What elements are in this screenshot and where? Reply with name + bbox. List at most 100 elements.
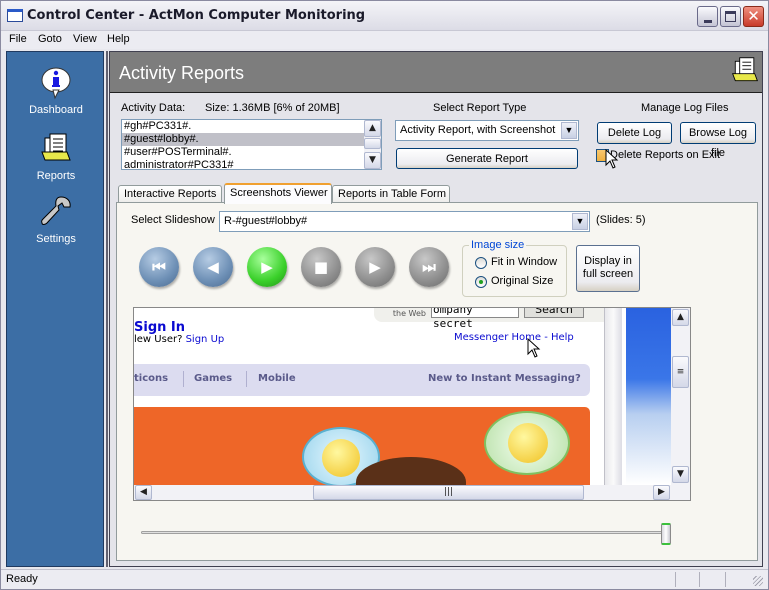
title-bar: Control Center - ActMon Computer Monitor… bbox=[1, 1, 768, 31]
tab-reports-table-form[interactable]: Reports in Table Form bbox=[332, 185, 450, 203]
image-size-group: Image size Fit in Window Original Size bbox=[462, 239, 567, 297]
list-item[interactable]: administrator#PC331# bbox=[122, 159, 364, 169]
first-slide-button[interactable]: ⏮ bbox=[139, 247, 179, 287]
nav-item: Mobile bbox=[258, 373, 296, 384]
search-web-label-2: the Web bbox=[392, 309, 426, 318]
list-item[interactable]: #gh#PC331#. bbox=[122, 120, 364, 133]
minimize-icon bbox=[704, 20, 712, 23]
next-slide-button[interactable]: ▶ bbox=[355, 247, 395, 287]
screenshot-nav-bar: ticons Games Mobile New to Instant Messa… bbox=[134, 364, 590, 396]
chevron-down-icon[interactable]: ▼ bbox=[572, 213, 588, 230]
list-scrollbar[interactable]: ▲ ▼ bbox=[364, 120, 381, 169]
slideshow-select[interactable]: R-#guest#lobby# ▼ bbox=[219, 211, 590, 232]
viewer-horizontal-scrollbar[interactable]: ◀ ||| ▶ bbox=[134, 485, 690, 500]
reports-folder-icon bbox=[39, 132, 73, 166]
minimize-button[interactable] bbox=[697, 6, 718, 27]
resize-grip-icon[interactable] bbox=[753, 576, 763, 586]
menu-file[interactable]: File bbox=[9, 33, 27, 45]
tab-interactive-reports[interactable]: Interactive Reports bbox=[118, 185, 222, 203]
nav-item: Games bbox=[194, 373, 233, 384]
fit-in-window-label: Fit in Window bbox=[491, 256, 558, 268]
sign-in-link: Sign In bbox=[134, 320, 185, 335]
menu-view[interactable]: View bbox=[73, 33, 97, 45]
maximize-icon bbox=[725, 11, 736, 22]
screenshots-viewer-panel: Select Slideshow R-#guest#lobby# ▼ (Slid… bbox=[116, 202, 758, 561]
sign-up-link: Sign Up bbox=[185, 334, 225, 345]
help-link: Help bbox=[550, 332, 574, 343]
search-area: Searchthe Web ompany secret Search bbox=[374, 308, 604, 330]
nav-divider bbox=[183, 371, 184, 387]
screenshot-viewer[interactable]: Sign In lew User? Sign Up Searchthe Web … bbox=[133, 307, 691, 501]
report-type-select[interactable]: Activity Report, with Screenshot ▼ bbox=[395, 120, 579, 141]
promo-banner bbox=[134, 407, 590, 485]
close-icon: ✕ bbox=[747, 7, 760, 25]
delete-log-button[interactable]: Delete Log bbox=[597, 122, 672, 144]
previous-slide-button[interactable]: ◀ bbox=[193, 247, 233, 287]
scroll-thumb[interactable]: ||| bbox=[313, 485, 584, 500]
play-icon: ▶ bbox=[261, 258, 273, 276]
scroll-up-button[interactable]: ▲ bbox=[364, 120, 381, 137]
scroll-down-button[interactable]: ▼ bbox=[672, 466, 689, 483]
fit-in-window-radio[interactable] bbox=[475, 257, 487, 269]
scroll-left-button[interactable]: ◀ bbox=[135, 485, 152, 500]
list-item[interactable]: #user#POSTerminal#. bbox=[122, 146, 364, 159]
sidebar-item-reports[interactable]: Reports bbox=[7, 132, 105, 182]
last-slide-button[interactable]: ⏭ bbox=[409, 247, 449, 287]
status-divider bbox=[699, 572, 700, 587]
maximize-button[interactable] bbox=[720, 6, 741, 27]
tab-screenshots-viewer[interactable]: Screenshots Viewer bbox=[224, 183, 332, 204]
status-divider bbox=[675, 572, 676, 587]
stop-icon: ■ bbox=[313, 258, 329, 276]
chevron-down-icon[interactable]: ▼ bbox=[561, 122, 577, 139]
list-item-selected[interactable]: #guest#lobby#. bbox=[122, 133, 364, 146]
status-text: Ready bbox=[6, 573, 38, 585]
menu-bar: File Goto View Help bbox=[1, 31, 768, 49]
report-type-label: Select Report Type bbox=[433, 102, 527, 114]
play-button[interactable]: ▶ bbox=[247, 247, 287, 287]
mouse-cursor-icon bbox=[527, 337, 541, 361]
step-forward-icon: ▶ bbox=[369, 258, 381, 276]
main-window: Control Center - ActMon Computer Monitor… bbox=[0, 0, 769, 590]
scroll-up-button[interactable]: ▲ bbox=[672, 309, 689, 326]
nav-item: ticons bbox=[134, 373, 169, 384]
mouse-cursor-icon bbox=[605, 148, 619, 172]
stop-button[interactable]: ■ bbox=[301, 247, 341, 287]
sidebar-label: Settings bbox=[36, 233, 76, 245]
browse-log-file-button[interactable]: Browse Log file bbox=[680, 122, 756, 159]
link-separator: - bbox=[541, 332, 551, 343]
page-title: Activity Reports bbox=[119, 63, 245, 83]
sidebar-label: Reports bbox=[36, 170, 76, 182]
menu-help[interactable]: Help bbox=[107, 33, 130, 45]
playback-controls: ⏮ ◀ ▶ ■ ▶ ⏭ bbox=[139, 247, 459, 289]
activity-data-size: Size: 1.36MB [6% of 20MB] bbox=[205, 102, 340, 114]
menu-goto[interactable]: Goto bbox=[38, 33, 62, 45]
slide-position-thumb[interactable] bbox=[661, 523, 671, 545]
sidebar-item-settings[interactable]: Settings bbox=[7, 195, 105, 245]
generate-report-button[interactable]: Generate Report bbox=[396, 148, 578, 169]
slideshow-label: Select Slideshow bbox=[131, 214, 215, 226]
app-window-icon bbox=[7, 9, 23, 22]
sidebar-divider[interactable] bbox=[106, 51, 108, 567]
original-size-radio[interactable] bbox=[475, 276, 487, 288]
slides-count: (Slides: 5) bbox=[596, 214, 646, 226]
scroll-right-button[interactable]: ▶ bbox=[653, 485, 670, 500]
close-button[interactable]: ✕ bbox=[743, 6, 764, 27]
reports-folder-icon bbox=[730, 56, 760, 89]
sidebar-label: Dashboard bbox=[29, 104, 83, 116]
nav-divider bbox=[246, 371, 247, 387]
activity-data-label: Activity Data: bbox=[121, 102, 186, 114]
new-to-im-text: New to Instant Messaging? bbox=[428, 373, 581, 384]
display-fullscreen-button[interactable]: Display in full screen bbox=[576, 245, 640, 292]
scroll-down-button[interactable]: ▼ bbox=[364, 152, 381, 169]
new-user-text: lew User? bbox=[134, 334, 183, 345]
scroll-thumb[interactable] bbox=[364, 138, 381, 149]
status-bar: Ready bbox=[1, 569, 768, 589]
sidebar-item-dashboard[interactable]: Dashboard bbox=[7, 66, 105, 116]
window-title: Control Center - ActMon Computer Monitor… bbox=[27, 8, 366, 23]
slide-position-track[interactable] bbox=[141, 531, 671, 534]
report-type-value: Activity Report, with Screenshot bbox=[400, 124, 556, 136]
activity-data-list[interactable]: #gh#PC331#. #guest#lobby#. #user#POSTerm… bbox=[121, 119, 382, 170]
scroll-thumb[interactable]: ≡ bbox=[672, 356, 689, 388]
viewer-vertical-scrollbar[interactable]: ▲ ≡ ▼ bbox=[671, 308, 690, 485]
log-files-label: Manage Log Files bbox=[641, 102, 729, 114]
